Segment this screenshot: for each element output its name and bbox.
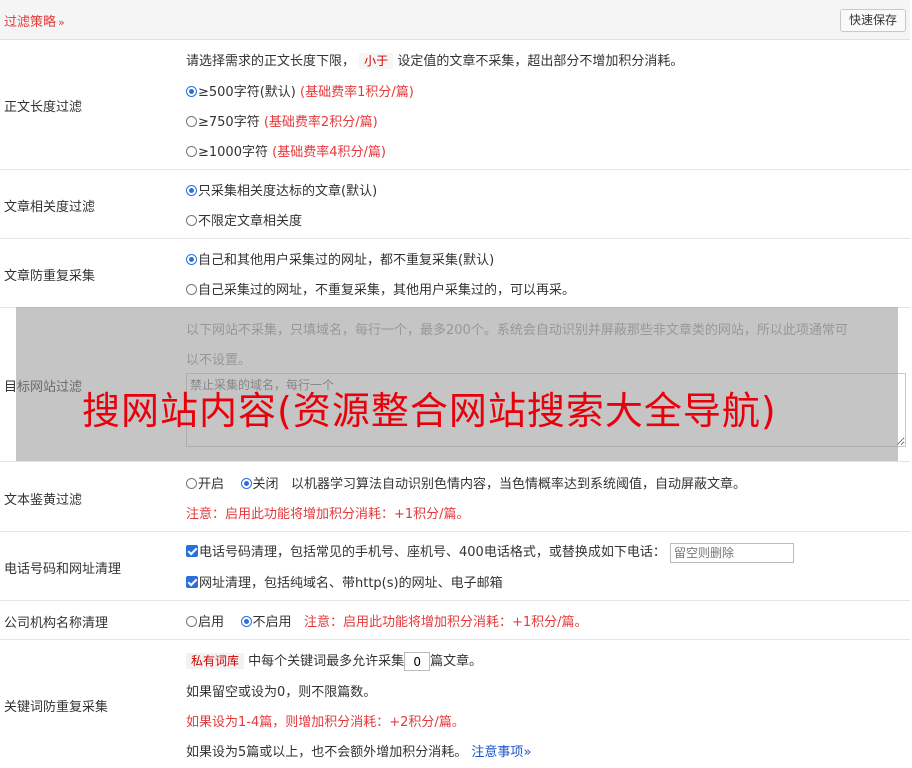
- radio-button[interactable]: [186, 616, 197, 627]
- relevance-label: 文章相关度过滤: [4, 200, 96, 215]
- company-cleanup-note: 注意：启用此功能将增加积分消耗：+1积分/篇。: [303, 615, 588, 630]
- porn-filter-options: 开启 关闭 以机器学习算法自动识别色情内容，当色情概率达到系统阈值，自动屏蔽文章…: [186, 473, 746, 492]
- target-site-description-line1: 以下网站不采集，只填域名，每行一个，最多200个。系统会自动识别并屏蔽那些非文章…: [186, 323, 848, 338]
- radio-button[interactable]: [240, 616, 252, 627]
- radio-button[interactable]: [186, 478, 197, 489]
- quick-save-button[interactable]: 快速保存: [839, 9, 906, 32]
- company-cleanup-label: 公司机构名称清理: [4, 616, 109, 631]
- dedup-label: 文章防重复采集: [4, 269, 96, 284]
- porn-option-on[interactable]: 开启: [186, 477, 224, 492]
- chevron-down-icon: »: [523, 745, 532, 760]
- porn-filter-description: 以机器学习算法自动识别色情内容，当色情概率达到系统阈值，自动屏蔽文章。: [290, 477, 746, 492]
- keyword-limit-input[interactable]: [404, 652, 431, 671]
- target-site-description-line2: 以不设置。: [186, 353, 252, 368]
- keyword-note-cost: 如果设为1-4篇，则增加积分消耗：+2积分/篇。: [186, 715, 465, 730]
- dedup-option-self[interactable]: 自己采集过的网址，不重复采集，其他用户采集过的，可以再采。: [186, 279, 575, 298]
- relevance-option-unlimited[interactable]: 不限定文章相关度: [186, 210, 302, 229]
- company-option-on[interactable]: 启用: [186, 615, 224, 630]
- company-cleanup-row: 公司机构名称清理 启用 不启用 注意：启用此功能将增加积分消耗：+1积分/篇。: [0, 601, 910, 640]
- length-filter-description: 请选择需求的正文长度下限， 小于 设定值的文章不采集，超出部分不增加积分消耗。: [186, 53, 684, 69]
- dedup-option-all[interactable]: 自己和其他用户采集过的网址，都不重复采集(默认): [186, 249, 494, 268]
- less-than-tag: 小于: [359, 53, 394, 69]
- length-option-1000[interactable]: ≥1000字符 (基础费率4积分/篇): [186, 141, 386, 160]
- dedup-row: 文章防重复采集 自己和其他用户采集过的网址，都不重复采集(默认) 自己采集过的网…: [0, 239, 910, 308]
- private-lexicon-tag[interactable]: 私有词库: [186, 653, 245, 669]
- radio-button[interactable]: [186, 254, 197, 265]
- notes-link[interactable]: 注意事项»: [471, 745, 531, 760]
- radio-button[interactable]: [186, 86, 197, 97]
- keyword-note-free: 如果设为5篇或以上，也不会额外增加积分消耗。 注意事项»: [186, 745, 532, 760]
- url-cleanup-option[interactable]: 网址清理，包括纯域名、带http(s)的网址、电子邮箱: [186, 572, 503, 591]
- porn-filter-label: 文本鉴黄过滤: [4, 493, 83, 508]
- length-option-500[interactable]: ≥500字符(默认) (基础费率1积分/篇): [186, 81, 414, 100]
- radio-button[interactable]: [186, 215, 197, 226]
- relevance-option-qualified[interactable]: 只采集相关度达标的文章(默认): [186, 180, 377, 199]
- company-option-off[interactable]: 不启用: [240, 615, 292, 630]
- porn-filter-row: 文本鉴黄过滤 开启 关闭 以机器学习算法自动识别色情内容，当色情概率达到系统阈值…: [0, 462, 910, 532]
- porn-filter-note: 注意：启用此功能将增加积分消耗：+1积分/篇。: [186, 507, 470, 522]
- phone-url-row: 电话号码和网址清理 电话号码清理，包括常见的手机号、座机号、400电话格式，或替…: [0, 532, 910, 601]
- radio-button[interactable]: [186, 284, 197, 295]
- checkbox[interactable]: [186, 576, 198, 588]
- chevron-down-icon: »: [58, 16, 65, 29]
- keyword-note-unlimited: 如果留空或设为0，则不限篇数。: [186, 685, 377, 700]
- relevance-row: 文章相关度过滤 只采集相关度达标的文章(默认) 不限定文章相关度: [0, 170, 910, 239]
- porn-option-off[interactable]: 关闭: [240, 477, 279, 492]
- radio-button[interactable]: [186, 116, 197, 127]
- radio-button[interactable]: [240, 478, 252, 489]
- keyword-dedup-label: 关键词防重复采集: [4, 700, 109, 715]
- radio-button[interactable]: [186, 185, 197, 196]
- keyword-limit-line: 私有词库 中每个关键词最多允许采集篇文章。: [186, 650, 482, 671]
- replacement-phone-input[interactable]: [669, 542, 794, 563]
- radio-button[interactable]: [186, 146, 197, 157]
- target-site-label: 目标网站过滤: [4, 380, 83, 395]
- company-cleanup-options: 启用 不启用 注意：启用此功能将增加积分消耗：+1积分/篇。: [186, 611, 588, 630]
- blocked-domains-textarea[interactable]: [186, 373, 906, 447]
- section-title[interactable]: 过滤策略»: [4, 11, 65, 30]
- keyword-dedup-row: 关键词防重复采集 私有词库 中每个关键词最多允许采集篇文章。 如果留空或设为0，…: [0, 640, 910, 768]
- phone-cleanup-option[interactable]: 电话号码清理，包括常见的手机号、座机号、400电话格式，或替换成如下电话：: [186, 541, 794, 563]
- length-option-750[interactable]: ≥750字符 (基础费率2积分/篇): [186, 111, 378, 130]
- filter-strategy-header: 过滤策略» 快速保存: [0, 0, 910, 40]
- phone-url-label: 电话号码和网址清理: [4, 562, 122, 577]
- length-filter-row: 正文长度过滤 请选择需求的正文长度下限， 小于 设定值的文章不采集，超出部分不增…: [0, 40, 910, 170]
- checkbox[interactable]: [186, 545, 198, 557]
- length-filter-label: 正文长度过滤: [4, 100, 83, 115]
